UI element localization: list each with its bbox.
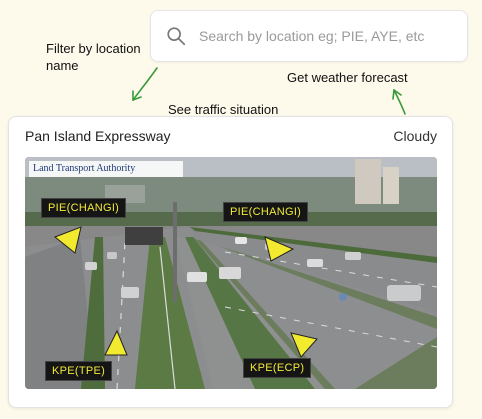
camera-label: KPE(ECP) — [243, 358, 312, 378]
filter-annotation: Filter by location name — [46, 41, 141, 73]
camera-label: PIE(CHANGI) — [41, 198, 127, 218]
weather-annotation: Get weather forecast — [287, 70, 408, 85]
camera-label: PIE(CHANGI) — [223, 202, 309, 222]
lta-logo: Land Transport Authority — [29, 161, 183, 177]
traffic-camera-image[interactable]: Land Transport Authority PIE(CHANGI) PIE… — [25, 157, 437, 389]
search-input[interactable] — [199, 28, 457, 44]
camera-card[interactable]: Pan Island Expressway Cloudy Land Transp… — [8, 116, 453, 408]
card-title: Pan Island Expressway — [25, 128, 171, 144]
camera-label: KPE(TPE) — [45, 361, 113, 381]
weather-status[interactable]: Cloudy — [393, 128, 437, 144]
camera-scene — [25, 157, 437, 389]
search-icon — [167, 27, 186, 46]
search-bar[interactable] — [150, 10, 468, 62]
weather-arrow-icon — [392, 89, 406, 115]
